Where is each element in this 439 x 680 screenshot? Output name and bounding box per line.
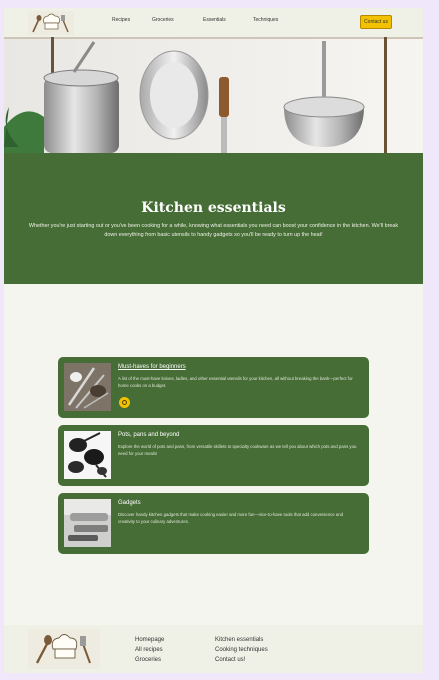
- footer-link-all-recipes[interactable]: All recipes: [135, 645, 164, 655]
- card-pots-pans[interactable]: Pots, pans and beyond Explore the world …: [58, 425, 369, 486]
- footer-link-contact[interactable]: Contact us!: [215, 655, 268, 665]
- card-image-utensils: [64, 363, 111, 411]
- card-image-gadgets: [64, 499, 111, 547]
- nav-essentials[interactable]: Essentials: [203, 17, 253, 23]
- card-image-pans: [64, 431, 111, 479]
- intro-text: Whether you're just starting out or you'…: [28, 223, 399, 238]
- nav-techniques[interactable]: Techniques: [253, 17, 303, 23]
- site-footer: Homepage All recipes Groceries Kitchen e…: [4, 625, 423, 673]
- nav-groceries[interactable]: Groceries: [152, 17, 203, 23]
- hero-image: [4, 37, 423, 153]
- page-title: Kitchen essentials: [141, 200, 286, 216]
- card-description: Discover handy kitchen gadgets that make…: [118, 512, 344, 524]
- footer-links-left: Homepage All recipes Groceries: [135, 635, 164, 665]
- card-title[interactable]: Gadgets: [118, 500, 141, 506]
- site-header: Recipes Groceries Essentials Techniques …: [4, 8, 423, 37]
- card-title[interactable]: Pots, pans and beyond: [118, 432, 179, 438]
- nav-recipes[interactable]: Recipes: [112, 17, 152, 23]
- chef-hat-utensils-logo[interactable]: [28, 11, 74, 35]
- card-gadgets[interactable]: Gadgets Discover handy kitchen gadgets t…: [58, 493, 369, 554]
- footer-link-homepage[interactable]: Homepage: [135, 635, 164, 645]
- contact-us-button[interactable]: Contact us: [360, 15, 392, 29]
- card-description: Explore the world of pots and pans, from…: [118, 444, 357, 456]
- footer-link-groceries[interactable]: Groceries: [135, 655, 164, 665]
- circle-icon: [122, 400, 127, 405]
- footer-links-right: Kitchen essentials Cooking techniques Co…: [215, 635, 268, 665]
- card-description: A list of the must-have knives, ladles, …: [118, 376, 353, 388]
- footer-link-cooking-techniques[interactable]: Cooking techniques: [215, 645, 268, 655]
- footer-link-kitchen-essentials[interactable]: Kitchen essentials: [215, 635, 268, 645]
- chef-hat-utensils-logo[interactable]: [28, 629, 100, 669]
- card-go-button[interactable]: [119, 397, 130, 408]
- page: Recipes Groceries Essentials Techniques …: [4, 8, 423, 673]
- card-must-haves[interactable]: Must-haves for beginners A list of the m…: [58, 357, 369, 418]
- intro-section: Kitchen essentials Whether you're just s…: [4, 153, 423, 284]
- card-title[interactable]: Must-haves for beginners: [118, 364, 186, 370]
- main-nav: Recipes Groceries Essentials Techniques: [112, 17, 303, 23]
